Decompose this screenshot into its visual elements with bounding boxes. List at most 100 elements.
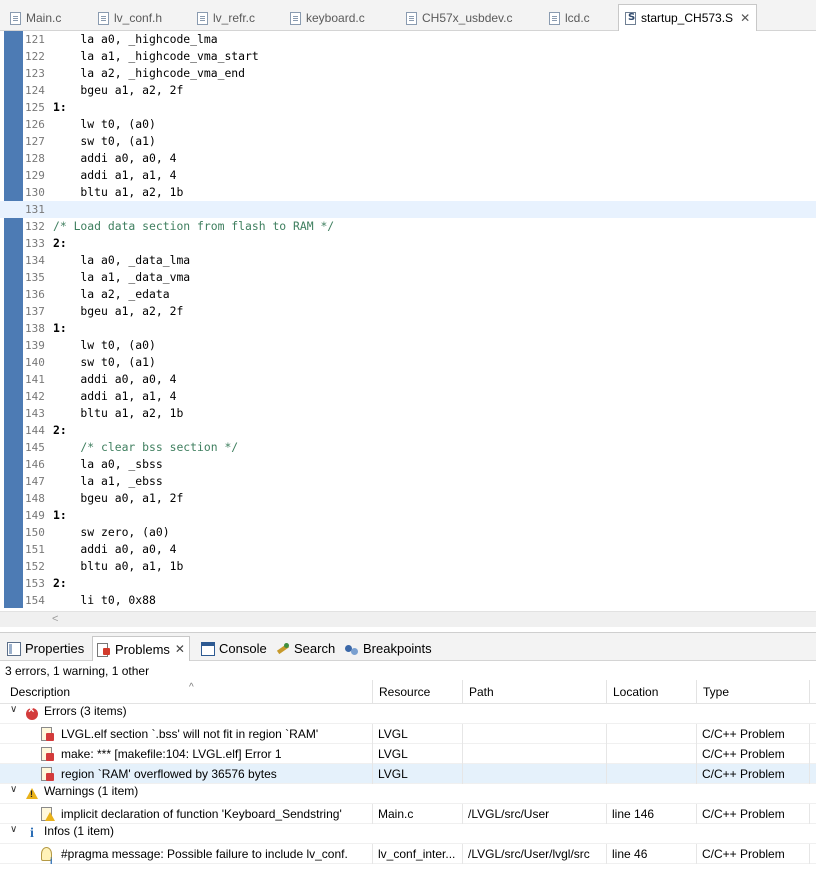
line-number: 153 bbox=[25, 577, 45, 590]
code-line[interactable]: 143 bltu a1, a2, 1b bbox=[0, 405, 816, 422]
code-line[interactable]: 154 li t0, 0x88 bbox=[0, 592, 816, 609]
code-line[interactable]: 150 sw zero, (a0) bbox=[0, 524, 816, 541]
chevron-down-icon[interactable]: ∨ bbox=[10, 704, 17, 715]
code-lines: 121 la a0, _highcode_lma 122 la a1, _high… bbox=[0, 31, 816, 609]
code-line[interactable]: 137 bgeu a1, a2, 2f bbox=[0, 303, 816, 320]
code-text: bgeu a1, a2, 2f bbox=[53, 304, 184, 318]
problems-table: Description ^ Resource Path Location Type… bbox=[0, 680, 816, 864]
line-number: 133 bbox=[25, 237, 45, 250]
line-number: 127 bbox=[25, 135, 45, 148]
code-line[interactable]: 132 /* Load data section from flash to RA… bbox=[0, 218, 816, 235]
tab-properties[interactable]: Properties bbox=[7, 636, 84, 661]
code-line[interactable]: 125 1: bbox=[0, 99, 816, 116]
tab-ch57x-usbdev-c[interactable]: CH57x_usbdev.c bbox=[406, 5, 513, 31]
code-line[interactable]: 127 sw t0, (a1) bbox=[0, 133, 816, 150]
code-line[interactable]: 121 la a0, _highcode_lma bbox=[0, 31, 816, 48]
problem-row[interactable]: LVGL.elf section `.bss' will not fit in … bbox=[0, 724, 816, 744]
tab-console[interactable]: Console bbox=[201, 636, 267, 661]
code-line[interactable]: 134 la a0, _data_lma bbox=[0, 252, 816, 269]
code-line[interactable]: 122 la a1, _highcode_vma_start bbox=[0, 48, 816, 65]
problem-row[interactable]: #pragma message: Possible failure to inc… bbox=[0, 844, 816, 864]
code-editor[interactable]: 121 la a0, _highcode_lma 122 la a1, _high… bbox=[0, 31, 816, 627]
code-line[interactable]: 138 1: bbox=[0, 320, 816, 337]
problem-resource: Main.c bbox=[373, 804, 463, 824]
code-line[interactable]: 135 la a1, _data_vma bbox=[0, 269, 816, 286]
chevron-down-icon[interactable]: ∨ bbox=[10, 824, 17, 835]
problem-group-info[interactable]: ∨ i Infos (1 item) bbox=[0, 824, 816, 844]
problem-location bbox=[607, 724, 697, 744]
code-text: sw t0, (a1) bbox=[53, 355, 156, 369]
column-description[interactable]: Description ^ bbox=[4, 680, 373, 704]
code-line[interactable]: 124 bgeu a1, a2, 2f bbox=[0, 82, 816, 99]
line-number: 138 bbox=[25, 322, 45, 335]
problem-row[interactable]: implicit declaration of function 'Keyboa… bbox=[0, 804, 816, 824]
tab-startup-ch573-s[interactable]: Sstartup_CH573.S ✕ bbox=[618, 4, 758, 31]
problem-resource: lv_conf_inter... bbox=[373, 844, 463, 864]
line-number: 125 bbox=[25, 101, 45, 114]
code-text: bltu a1, a2, 1b bbox=[53, 185, 184, 199]
code-line[interactable]: 144 2: bbox=[0, 422, 816, 439]
line-number: 150 bbox=[25, 526, 45, 539]
code-line[interactable]: 139 lw t0, (a0) bbox=[0, 337, 816, 354]
code-line[interactable]: 133 2: bbox=[0, 235, 816, 252]
code-text: la a1, _ebss bbox=[53, 474, 163, 488]
problem-group-error[interactable]: ∨ Errors (3 items) bbox=[0, 704, 816, 724]
close-icon[interactable]: ✕ bbox=[740, 11, 750, 25]
code-line[interactable]: 153 2: bbox=[0, 575, 816, 592]
line-number: 135 bbox=[25, 271, 45, 284]
line-number: 148 bbox=[25, 492, 45, 505]
tab-search[interactable]: Search bbox=[276, 636, 335, 661]
horizontal-scrollbar[interactable]: < bbox=[0, 611, 816, 627]
problem-location bbox=[607, 744, 697, 764]
code-line[interactable]: 145 /* clear bss section */ bbox=[0, 439, 816, 456]
tab-lv-conf-h[interactable]: lv_conf.h bbox=[98, 5, 162, 31]
group-label: Infos (1 item) bbox=[44, 824, 115, 838]
line-number: 139 bbox=[25, 339, 45, 352]
line-number: 145 bbox=[25, 441, 45, 454]
tab-lv-refr-c[interactable]: lv_refr.c bbox=[197, 5, 255, 31]
code-text: 2: bbox=[53, 576, 67, 590]
code-text: la a0, _sbss bbox=[53, 457, 163, 471]
column-type[interactable]: Type bbox=[697, 680, 810, 704]
code-text: lw t0, (a0) bbox=[53, 338, 156, 352]
line-number: 154 bbox=[25, 594, 45, 607]
code-text: sw zero, (a0) bbox=[53, 525, 170, 539]
problem-path bbox=[463, 744, 607, 764]
code-line[interactable]: 140 sw t0, (a1) bbox=[0, 354, 816, 371]
code-line[interactable]: 149 1: bbox=[0, 507, 816, 524]
code-line[interactable]: 131 bbox=[0, 201, 816, 218]
tab-keyboard-c[interactable]: keyboard.c bbox=[290, 5, 365, 31]
code-line[interactable]: 146 la a0, _sbss bbox=[0, 456, 816, 473]
code-line[interactable]: 128 addi a0, a0, 4 bbox=[0, 150, 816, 167]
code-line[interactable]: 151 addi a0, a0, 4 bbox=[0, 541, 816, 558]
problem-row[interactable]: make: *** [makefile:104: LVGL.elf] Error… bbox=[0, 744, 816, 764]
tab-breakpoints[interactable]: Breakpoints bbox=[345, 636, 432, 661]
problem-group-warning[interactable]: ∨ Warnings (1 item) bbox=[0, 784, 816, 804]
line-number: 121 bbox=[25, 33, 45, 46]
code-line[interactable]: 129 addi a1, a1, 4 bbox=[0, 167, 816, 184]
tab-problems[interactable]: Problems ✕ bbox=[92, 636, 190, 661]
code-line[interactable]: 142 addi a1, a1, 4 bbox=[0, 388, 816, 405]
tab-label: startup_CH573.S bbox=[641, 11, 734, 25]
tab-lcd-c[interactable]: lcd.c bbox=[549, 5, 590, 31]
code-line[interactable]: 148 bgeu a0, a1, 2f bbox=[0, 490, 816, 507]
column-location[interactable]: Location bbox=[607, 680, 697, 704]
line-number: 131 bbox=[25, 203, 45, 216]
code-line[interactable]: 141 addi a0, a0, 4 bbox=[0, 371, 816, 388]
close-icon[interactable]: ✕ bbox=[175, 642, 185, 656]
code-line[interactable]: 136 la a2, _edata bbox=[0, 286, 816, 303]
tab-main-c[interactable]: Main.c bbox=[10, 5, 61, 31]
h-file-icon bbox=[98, 11, 109, 25]
problem-row[interactable]: region `RAM' overflowed by 36576 bytes LV… bbox=[0, 764, 816, 784]
line-number: 143 bbox=[25, 407, 45, 420]
column-path[interactable]: Path bbox=[463, 680, 607, 704]
chevron-down-icon[interactable]: ∨ bbox=[10, 784, 17, 795]
code-line[interactable]: 152 bltu a0, a1, 1b bbox=[0, 558, 816, 575]
code-line[interactable]: 123 la a2, _highcode_vma_end bbox=[0, 65, 816, 82]
code-line[interactable]: 130 bltu a1, a2, 1b bbox=[0, 184, 816, 201]
column-resource[interactable]: Resource bbox=[373, 680, 463, 704]
code-line[interactable]: 147 la a1, _ebss bbox=[0, 473, 816, 490]
code-line[interactable]: 126 lw t0, (a0) bbox=[0, 116, 816, 133]
problem-path bbox=[463, 724, 607, 744]
scroll-left-icon[interactable]: < bbox=[52, 613, 58, 625]
